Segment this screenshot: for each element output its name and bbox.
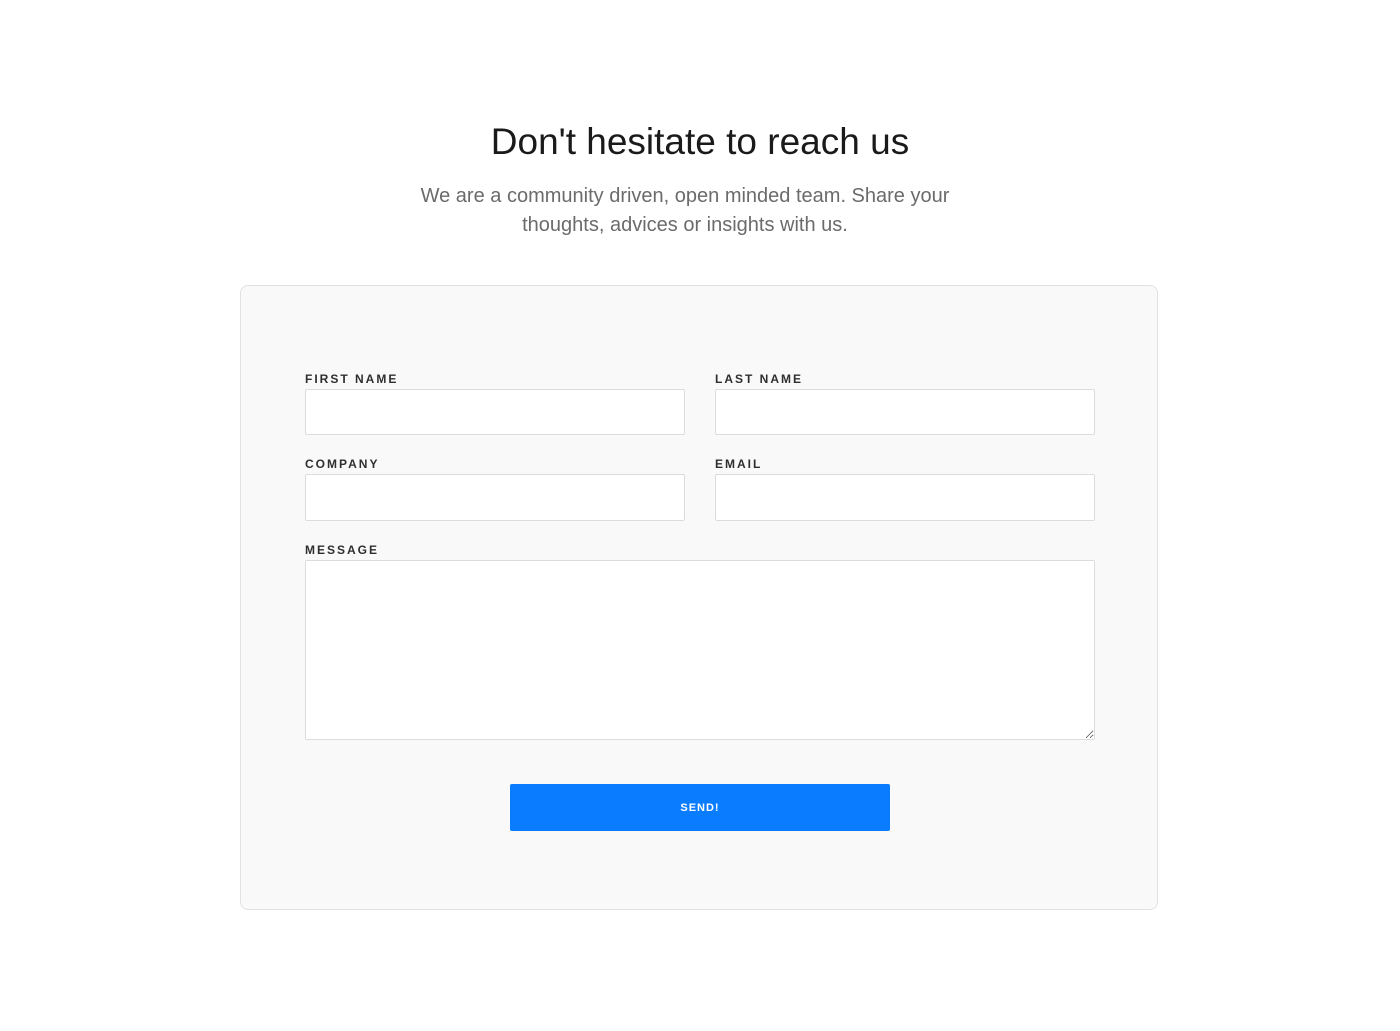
message-label: MESSAGE	[305, 543, 380, 557]
last-name-field[interactable]	[715, 389, 1095, 435]
email-field[interactable]	[715, 474, 1095, 521]
last-name-label: LAST NAME	[715, 372, 803, 386]
message-textarea[interactable]	[305, 560, 1095, 740]
send-button[interactable]: SEND!	[510, 784, 890, 831]
first-name-field[interactable]	[305, 389, 685, 435]
page-subtitle: We are a community driven, open minded t…	[420, 185, 950, 236]
page-title: Don't hesitate to reach us	[490, 121, 910, 162]
company-field[interactable]	[305, 474, 685, 521]
contact-form-card: FIRST NAME LAST NAME COMPANY EMAIL MESSA…	[240, 285, 1158, 910]
email-label: EMAIL	[715, 457, 763, 471]
company-label: COMPANY	[305, 457, 380, 471]
first-name-label: FIRST NAME	[305, 372, 399, 386]
